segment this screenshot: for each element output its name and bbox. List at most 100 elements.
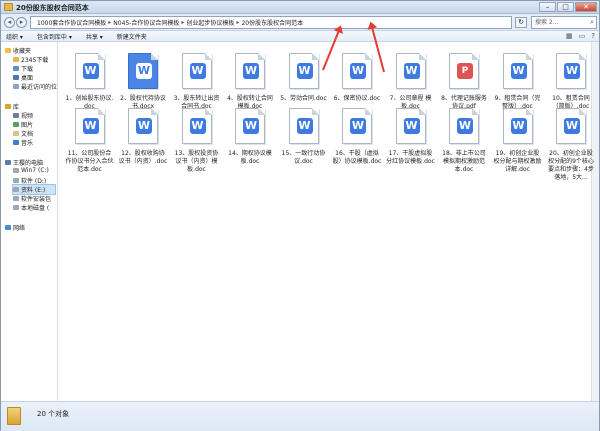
drive-icon [13,187,19,192]
file-item[interactable]: W 12、股权收购协议书（内资）.doc [119,103,168,195]
preview-pane-icon[interactable]: ▭ [579,32,586,40]
file-list: W 1、创始股东协议.doc W 2、股权代持协议书.docx W 3、股东转让出资合同书… [59,42,599,401]
drive-icon [13,205,19,210]
close-button[interactable]: ✕ [575,2,597,12]
file-item[interactable]: W 16、干股（虚拟股）协议模板.doc [333,103,382,195]
word-file-icon: W [395,108,426,144]
sidebar-libraries[interactable]: 库 [5,102,19,111]
file-name: 11、公司股份合作协议书分入合伙范本.doc [65,150,114,173]
file-name: 18、非上市公司模拟期权激励范本.doc [442,150,486,173]
search-icon[interactable]: ⌕ [590,17,594,28]
file-name: 5、劳动合同.doc [280,95,327,102]
maximize-button[interactable]: □ [557,2,574,12]
breadcrumb-2[interactable]: N045-合作协议合同模板 [111,18,181,27]
pdf-file-icon: P [449,53,479,89]
sidebar-item-downloads[interactable]: 下载 [13,64,33,73]
breadcrumb-3[interactable]: 创业起步协议模板 [184,18,236,27]
breadcrumb-1[interactable]: 1000套合作协议合同模板 [35,18,108,27]
address-bar[interactable]: 1000套合作协议合同模板 ▸ N045-合作协议合同模板 ▸ 创业起步协议模板… [30,16,512,29]
sidebar-item-pictures[interactable]: 图片 [13,120,33,129]
sidebar-item-label: 文档 [21,131,34,138]
file-name: 12、股权收购协议书（内资）.doc [118,150,168,165]
sidebar-item-label: 库 [13,104,20,111]
download-icon [13,66,19,71]
new-folder-button[interactable]: 新建文件夹 [117,32,147,41]
sidebar-item-label: 2345下载 [21,57,49,64]
sidebar-item-recent[interactable]: 最近访问的位 [13,82,57,91]
library-icon [5,104,11,109]
word-file-icon: W [235,108,265,144]
file-item[interactable]: W 11、公司股份合作协议书分入合伙范本.doc [65,103,114,195]
sidebar-item-2345[interactable]: 2345下载 [13,55,48,64]
file-item[interactable]: W 17、干股虚拟股分红协议模板.doc [386,103,435,195]
title-bar: 20份股东股权合同范本 – □ ✕ [1,1,599,14]
file-item[interactable]: W 20、初创企业股权分配的9个核心要点和步骤：4步落地，5大... [547,103,596,195]
back-icon[interactable]: ◂ [4,17,15,28]
refresh-icon[interactable]: ↻ [515,17,527,28]
search-input[interactable]: 搜索 2... ⌕ [531,16,597,29]
sidebar-item-videos[interactable]: 视频 [13,111,33,120]
share-button[interactable]: 共享 ▾ [86,32,103,41]
document-icon [13,131,19,136]
folder-icon [4,3,13,11]
word-file-icon: W [181,53,212,89]
minimize-button[interactable]: – [539,2,556,12]
word-file-icon: W [342,53,372,89]
sidebar-computer[interactable]: 王樱的电脑 [5,158,43,167]
word-file-icon: W [181,108,212,144]
explorer-window: 20份股东股权合同范本 – □ ✕ ◂ ▸ 1000套合作协议合同模板 ▸ N0… [0,0,600,431]
word-file-icon: W [288,108,319,144]
word-file-icon: W [128,53,158,89]
word-file-icon: W [502,108,533,144]
sidebar-item-label: 收藏夹 [13,48,32,55]
sidebar-item-documents[interactable]: 文档 [13,129,33,138]
network-icon [5,225,11,230]
organize-button[interactable]: 组织 ▾ [6,32,23,41]
music-icon [13,140,19,145]
word-file-icon: W [74,108,105,144]
view-options-icon[interactable]: ▦ [566,32,573,40]
sidebar-item-label: 本地磁盘 ( [21,205,50,212]
star-icon [5,48,11,53]
sidebar-item-label: 最近访问的位 [21,84,58,91]
navigation-pane: 收藏夹 2345下载 下载 桌面 最近访问的位 库 视频 图片 文档 音乐 王樱… [1,42,58,401]
forward-icon[interactable]: ▸ [16,17,27,28]
sidebar-item-label: Win7 (C:) [21,167,49,174]
sidebar-item-desktop[interactable]: 桌面 [13,73,33,82]
folder-icon [13,57,19,62]
breadcrumb-4[interactable]: 20份股东股权合同范本 [239,18,305,27]
file-item[interactable]: W 19、初创企业股权分配与期权激励详解.doc [493,103,542,195]
file-item[interactable]: W 14、期权协议模板.doc [226,103,275,195]
sidebar-network[interactable]: 网络 [5,223,25,232]
sidebar-item-label: 图片 [21,122,34,129]
sidebar-item-local-disk[interactable]: 本地磁盘 ( [13,203,49,212]
sidebar-item-music[interactable]: 音乐 [13,138,33,147]
file-name: 17、干股虚拟股分红协议模板.doc [386,150,435,165]
video-icon [13,113,19,118]
help-icon[interactable]: ? [591,32,595,40]
sidebar-item-label: 音乐 [21,140,34,147]
word-file-icon: W [395,53,426,89]
word-file-icon: W [74,53,105,89]
word-file-icon: W [556,53,586,89]
recent-icon [13,84,19,89]
file-name: 20、初创企业股权分配的9个核心要点和步骤：4步落地，5大... [548,150,594,181]
sidebar-item-label: 下载 [21,66,34,73]
folder-icon [7,407,21,425]
sidebar-item-drive-c[interactable]: Win7 (C:) [13,167,49,174]
sidebar-item-software[interactable]: 软件安装包 [13,194,51,203]
computer-icon [5,160,11,165]
word-file-icon: W [342,108,372,144]
sidebar-favorites[interactable]: 收藏夹 [5,46,31,55]
file-item[interactable]: W 13、股权投资协议书（内资）模板.doc [172,103,221,195]
file-item[interactable]: W 18、非上市公司模拟期权激励范本.doc [440,103,489,195]
include-library-button[interactable]: 包含到库中 ▾ [37,32,72,41]
file-item[interactable]: W 15、一致行动协议.doc [279,103,328,195]
status-bar: 20 个对象 [1,401,599,431]
file-name: 19、初创企业股权分配与期权激励详解.doc [493,150,542,173]
drive-icon [13,178,19,183]
word-file-icon: W [556,108,586,144]
file-name: 13、股权投资协议书（内资）模板.doc [174,150,219,173]
picture-icon [13,122,19,127]
desktop-icon [13,75,19,80]
